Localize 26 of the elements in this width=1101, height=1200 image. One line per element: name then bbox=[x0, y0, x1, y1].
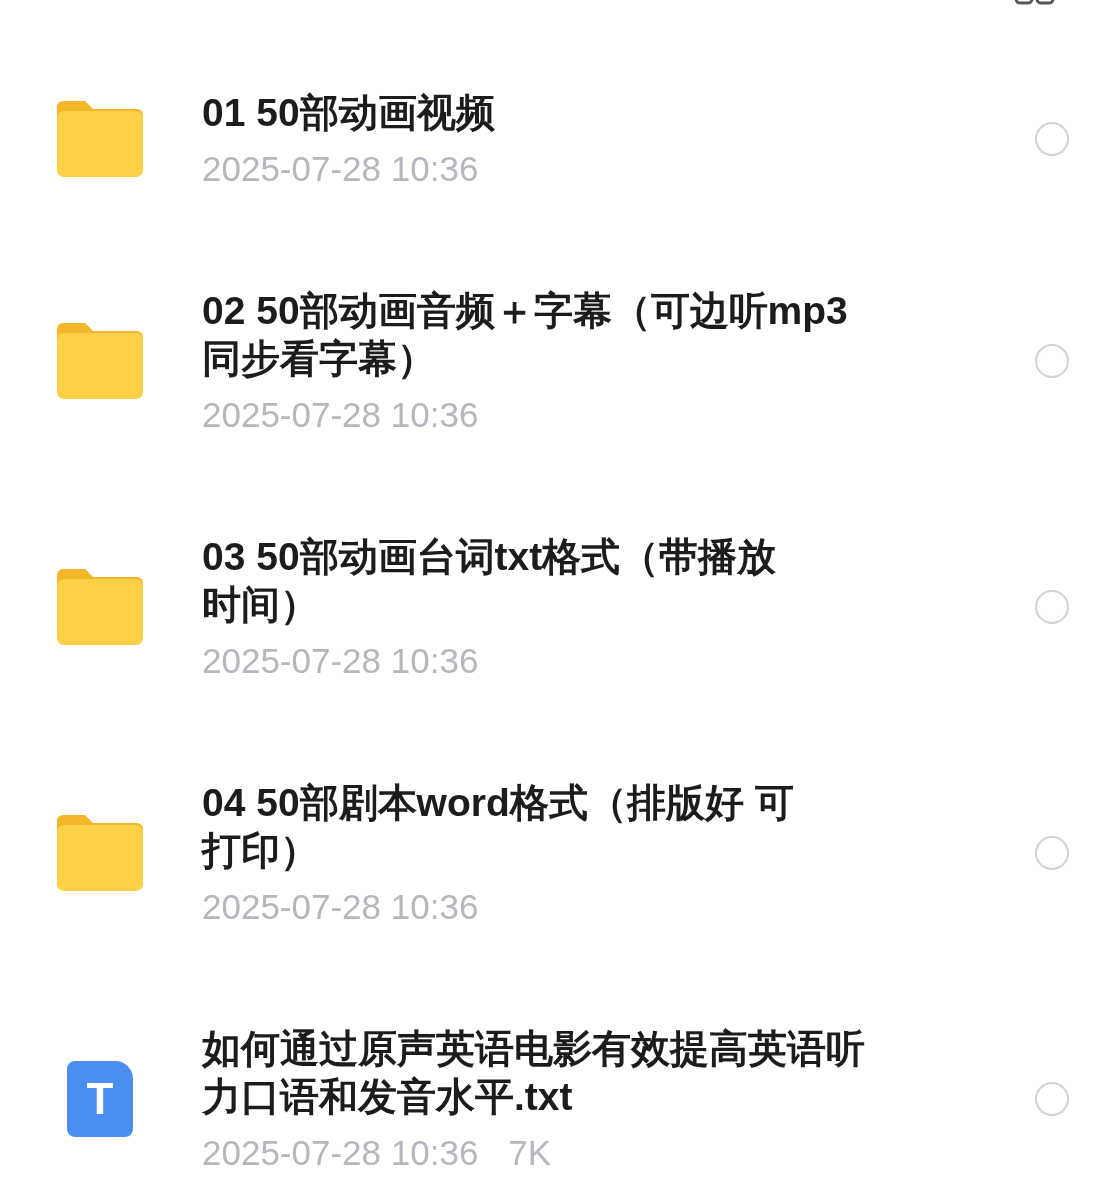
file-date: 2025-07-28 10:36 bbox=[202, 887, 479, 927]
text-file-icon: T bbox=[67, 1061, 133, 1137]
file-date: 2025-07-28 10:36 bbox=[202, 1133, 479, 1173]
folder-icon bbox=[57, 569, 143, 645]
file-size: 7K bbox=[508, 1133, 552, 1173]
file-row[interactable]: 03 50部动画台词txt格式（带播放 时间） 2025-07-28 10:36 bbox=[0, 484, 1101, 730]
folder-icon bbox=[57, 101, 143, 177]
select-radio[interactable] bbox=[1035, 122, 1069, 156]
file-date: 2025-07-28 10:36 bbox=[202, 641, 479, 681]
file-name: 04 50部剧本word格式（排版好 可 打印） bbox=[202, 780, 795, 874]
file-name: 03 50部动画台词txt格式（带播放 时间） bbox=[202, 534, 778, 628]
select-radio[interactable] bbox=[1035, 836, 1069, 870]
file-name: 01 50部动画视频 bbox=[202, 90, 496, 136]
folder-icon bbox=[57, 815, 143, 891]
select-radio[interactable] bbox=[1035, 344, 1069, 378]
select-radio[interactable] bbox=[1035, 590, 1069, 624]
file-date: 2025-07-28 10:36 bbox=[202, 395, 479, 435]
file-name: 如何通过原声英语电影有效提高英语听 力口语和发音水平.txt bbox=[202, 1026, 866, 1120]
file-row[interactable]: T 如何通过原声英语电影有效提高英语听 力口语和发音水平.txt 2025-07-28 10:36 7K bbox=[0, 976, 1101, 1200]
folder-icon bbox=[57, 323, 143, 399]
file-name: 02 50部动画音频＋字幕（可边听mp3 同步看字幕） bbox=[202, 288, 849, 382]
file-row[interactable]: 02 50部动画音频＋字幕（可边听mp3 同步看字幕） 2025-07-28 10:36 bbox=[0, 238, 1101, 484]
file-date: 2025-07-28 10:36 bbox=[202, 149, 479, 189]
file-row[interactable]: 01 50部动画视频 2025-07-28 10:36 bbox=[0, 40, 1101, 238]
select-radio[interactable] bbox=[1035, 1082, 1069, 1116]
file-row[interactable]: 04 50部剧本word格式（排版好 可 打印） 2025-07-28 10:36 bbox=[0, 730, 1101, 976]
